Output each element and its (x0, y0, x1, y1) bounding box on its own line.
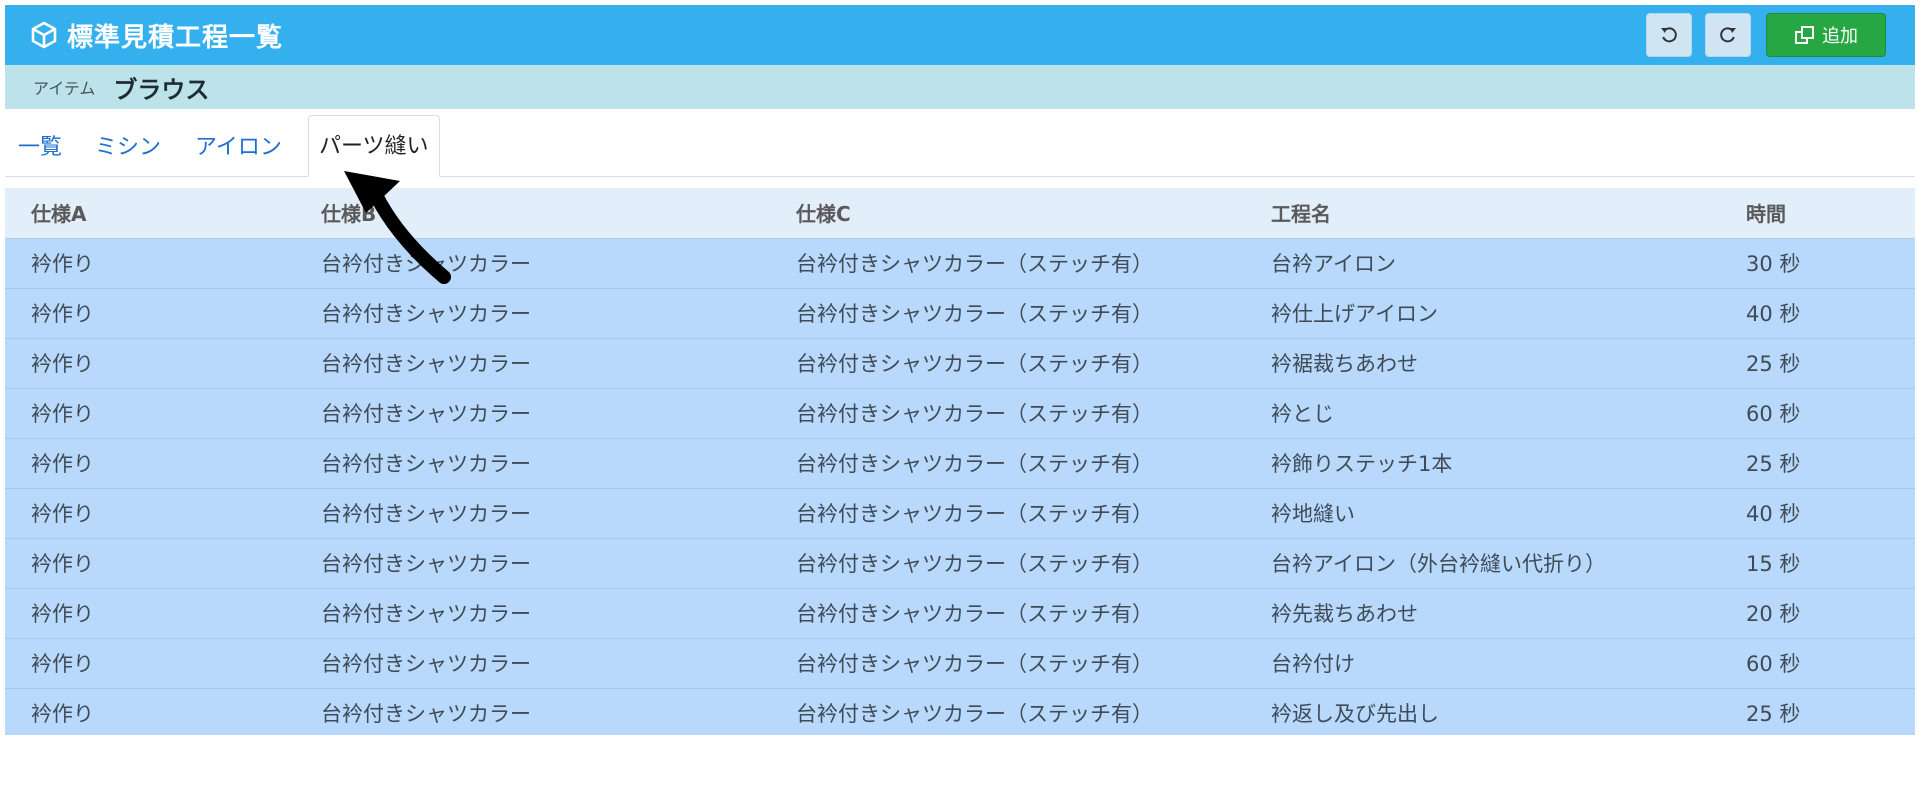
table-row[interactable]: 衿作り 台衿付きシャツカラー 台衿付きシャツカラー（ステッチ有） 衿返し及び先出し 25… (5, 688, 1915, 735)
cell-spec-b: 台衿付きシャツカラー (321, 638, 796, 689)
undo-icon (1661, 27, 1677, 43)
cell-spec-a: 衿作り (5, 438, 321, 489)
tab-sewing-machine[interactable]: ミシン (95, 129, 161, 161)
cell-process-name: 衿地縫い (1271, 488, 1746, 539)
cell-spec-b: 台衿付きシャツカラー (321, 338, 796, 389)
table-row[interactable]: 衿作り 台衿付きシャツカラー 台衿付きシャツカラー（ステッチ有） 台衿アイロン 30 秒 (5, 238, 1915, 289)
cell-spec-c: 台衿付きシャツカラー（ステッチ有） (796, 438, 1271, 489)
cell-spec-a: 衿作り (5, 588, 321, 639)
undo-button[interactable] (1646, 13, 1692, 57)
cell-time: 30 秒 (1746, 238, 1915, 289)
column-header-spec-b[interactable]: 仕様B (321, 188, 796, 239)
cell-spec-c: 台衿付きシャツカラー（ステッチ有） (796, 538, 1271, 589)
cell-spec-b: 台衿付きシャツカラー (321, 238, 796, 289)
cell-time: 60 秒 (1746, 638, 1915, 689)
item-label: アイテム (33, 79, 96, 98)
cell-time: 40 秒 (1746, 488, 1915, 539)
cell-time: 60 秒 (1746, 388, 1915, 439)
cell-spec-a: 衿作り (5, 338, 321, 389)
cell-spec-b: 台衿付きシャツカラー (321, 288, 796, 339)
add-button[interactable]: 追加 (1766, 13, 1886, 57)
cell-process-name: 台衿付け (1271, 638, 1746, 689)
cell-spec-a: 衿作り (5, 238, 321, 289)
cell-spec-b: 台衿付きシャツカラー (321, 488, 796, 539)
table-row[interactable]: 衿作り 台衿付きシャツカラー 台衿付きシャツカラー（ステッチ有） 衿先裁ちあわせ 20 … (5, 588, 1915, 639)
item-value: ブラウス (113, 75, 210, 104)
cell-spec-c: 台衿付きシャツカラー（ステッチ有） (796, 688, 1271, 735)
cell-spec-c: 台衿付きシャツカラー（ステッチ有） (796, 488, 1271, 539)
add-window-icon (1795, 26, 1814, 44)
cell-process-name: 台衿アイロン (1271, 238, 1746, 289)
table-row[interactable]: 衿作り 台衿付きシャツカラー 台衿付きシャツカラー（ステッチ有） 衿裾裁ちあわせ 25 … (5, 338, 1915, 389)
cell-process-name: 衿仕上げアイロン (1271, 288, 1746, 339)
tab-list[interactable]: 一覧 (18, 129, 62, 161)
cell-process-name: 衿先裁ちあわせ (1271, 588, 1746, 639)
cell-process-name: 衿とじ (1271, 388, 1746, 439)
cell-spec-c: 台衿付きシャツカラー（ステッチ有） (796, 638, 1271, 689)
column-header-spec-a[interactable]: 仕様A (5, 188, 321, 239)
cell-spec-a: 衿作り (5, 538, 321, 589)
cell-spec-b: 台衿付きシャツカラー (321, 438, 796, 489)
process-table: 仕様A 仕様B 仕様C 工程名 時間 衿作り 台衿付きシャツカラー 台衿付きシャツカ… (5, 188, 1915, 735)
cell-spec-b: 台衿付きシャツカラー (321, 388, 796, 439)
cell-time: 25 秒 (1746, 338, 1915, 389)
tab-parts-sewing[interactable]: パーツ縫い (308, 115, 440, 177)
table-row[interactable]: 衿作り 台衿付きシャツカラー 台衿付きシャツカラー（ステッチ有） 衿仕上げアイロン 40… (5, 288, 1915, 339)
table-header-row: 仕様A 仕様B 仕様C 工程名 時間 (5, 188, 1915, 239)
cube-icon (31, 21, 57, 49)
cell-spec-c: 台衿付きシャツカラー（ステッチ有） (796, 588, 1271, 639)
cell-spec-b: 台衿付きシャツカラー (321, 588, 796, 639)
add-button-label: 追加 (1822, 26, 1858, 47)
column-header-spec-c[interactable]: 仕様C (796, 188, 1271, 239)
cell-process-name: 台衿アイロン（外台衿縫い代折り） (1271, 538, 1746, 589)
cell-spec-a: 衿作り (5, 488, 321, 539)
table-row[interactable]: 衿作り 台衿付きシャツカラー 台衿付きシャツカラー（ステッチ有） 台衿付け 60 秒 (5, 638, 1915, 689)
cell-time: 15 秒 (1746, 538, 1915, 589)
cell-spec-c: 台衿付きシャツカラー（ステッチ有） (796, 238, 1271, 289)
table-row[interactable]: 衿作り 台衿付きシャツカラー 台衿付きシャツカラー（ステッチ有） 衿とじ 60 秒 (5, 388, 1915, 439)
table-row[interactable]: 衿作り 台衿付きシャツカラー 台衿付きシャツカラー（ステッチ有） 衿飾りステッチ1本 2… (5, 438, 1915, 489)
cell-process-name: 衿裾裁ちあわせ (1271, 338, 1746, 389)
cell-spec-a: 衿作り (5, 688, 321, 735)
cell-spec-a: 衿作り (5, 388, 321, 439)
tab-bar: 一覧 ミシン アイロン パーツ縫い (5, 109, 1915, 177)
cell-spec-c: 台衿付きシャツカラー（ステッチ有） (796, 338, 1271, 389)
cell-spec-c: 台衿付きシャツカラー（ステッチ有） (796, 388, 1271, 439)
page-title: 標準見積工程一覧 (67, 22, 284, 53)
item-bar: アイテム ブラウス (5, 65, 1915, 109)
cell-spec-c: 台衿付きシャツカラー（ステッチ有） (796, 288, 1271, 339)
cell-process-name: 衿返し及び先出し (1271, 688, 1746, 735)
table-row[interactable]: 衿作り 台衿付きシャツカラー 台衿付きシャツカラー（ステッチ有） 台衿アイロン（外台衿… (5, 538, 1915, 589)
cell-spec-a: 衿作り (5, 638, 321, 689)
header-bar: 標準見積工程一覧 追加 (5, 5, 1915, 65)
app-window: 標準見積工程一覧 追加 アイテム ブラウス 一覧 ミシン アイロン パーツ縫い … (5, 5, 1915, 735)
column-header-process-name[interactable]: 工程名 (1271, 188, 1746, 239)
cell-time: 20 秒 (1746, 588, 1915, 639)
cell-spec-b: 台衿付きシャツカラー (321, 538, 796, 589)
table-row[interactable]: 衿作り 台衿付きシャツカラー 台衿付きシャツカラー（ステッチ有） 衿地縫い 40 秒 (5, 488, 1915, 539)
cell-spec-b: 台衿付きシャツカラー (321, 688, 796, 735)
redo-button[interactable] (1705, 13, 1751, 57)
cell-time: 25 秒 (1746, 688, 1915, 735)
tab-iron[interactable]: アイロン (195, 129, 282, 161)
cell-time: 40 秒 (1746, 288, 1915, 339)
column-header-time[interactable]: 時間 (1746, 188, 1915, 239)
cell-time: 25 秒 (1746, 438, 1915, 489)
cell-spec-a: 衿作り (5, 288, 321, 339)
redo-icon (1720, 27, 1736, 43)
cell-process-name: 衿飾りステッチ1本 (1271, 438, 1746, 489)
